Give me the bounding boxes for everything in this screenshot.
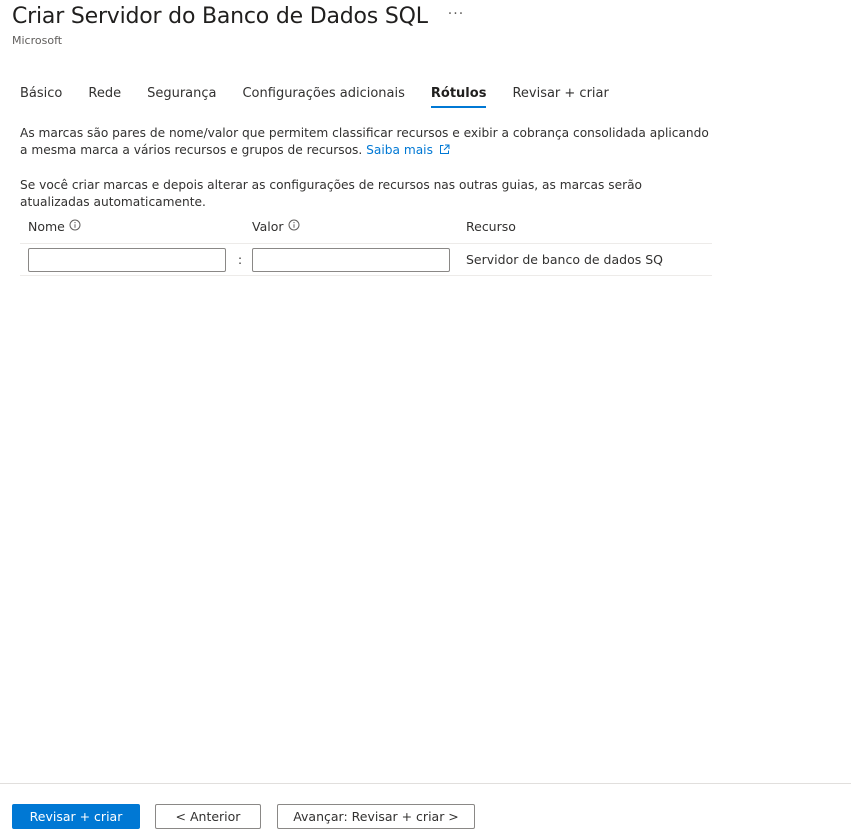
value-column-label: Valor (252, 219, 284, 234)
name-value-separator: : (238, 253, 243, 267)
learn-more-link[interactable]: Saiba mais (366, 143, 450, 157)
tab-revisar-criar[interactable]: Revisar + criar (512, 86, 608, 108)
create-sql-server-page: Criar Servidor do Banco de Dados SQL ···… (0, 0, 851, 835)
tags-table-header: Nome Valor Recurso (20, 212, 712, 244)
page-title: Criar Servidor do Banco de Dados SQL (12, 4, 428, 29)
info-icon[interactable] (69, 219, 81, 234)
name-column-label: Nome (28, 219, 65, 234)
name-column-header: Nome (28, 219, 81, 234)
tab-rotulos[interactable]: Rótulos (430, 86, 487, 108)
tab-seguranca[interactable]: Segurança (147, 86, 216, 108)
tag-value-input[interactable] (252, 248, 450, 272)
footer-bar: Revisar + criar < Anterior Avançar: Revi… (0, 783, 851, 835)
tab-bar: Básico Rede Segurança Configurações adic… (20, 86, 635, 108)
tab-configuracoes-adicionais[interactable]: Configurações adicionais (242, 86, 404, 108)
previous-button[interactable]: < Anterior (155, 804, 261, 829)
table-row: : Servidor de banco de dados SQ (20, 244, 712, 276)
title-row: Criar Servidor do Banco de Dados SQL ··· (12, 2, 464, 32)
tag-name-input[interactable] (28, 248, 226, 272)
resource-column-header: Recurso (466, 219, 516, 234)
publisher-label: Microsoft (12, 34, 63, 47)
external-link-icon (439, 143, 450, 160)
tab-rede[interactable]: Rede (88, 86, 121, 108)
tags-table: Nome Valor Recurso : Servidor de banco d… (20, 212, 712, 276)
more-options-icon[interactable]: ··· (448, 2, 464, 26)
tags-description: As marcas são pares de nome/valor que pe… (20, 125, 710, 160)
next-button[interactable]: Avançar: Revisar + criar > (277, 804, 475, 829)
value-column-header: Valor (252, 219, 300, 234)
page-header: Criar Servidor do Banco de Dados SQL ···… (12, 2, 464, 47)
resource-cell: Servidor de banco de dados SQ (466, 252, 663, 267)
info-icon[interactable] (288, 219, 300, 234)
review-create-button[interactable]: Revisar + criar (12, 804, 140, 829)
tags-description-text: As marcas são pares de nome/valor que pe… (20, 126, 709, 157)
tab-basico[interactable]: Básico (20, 86, 62, 108)
tags-update-note: Se você criar marcas e depois alterar as… (20, 178, 643, 209)
learn-more-label: Saiba mais (366, 143, 433, 157)
